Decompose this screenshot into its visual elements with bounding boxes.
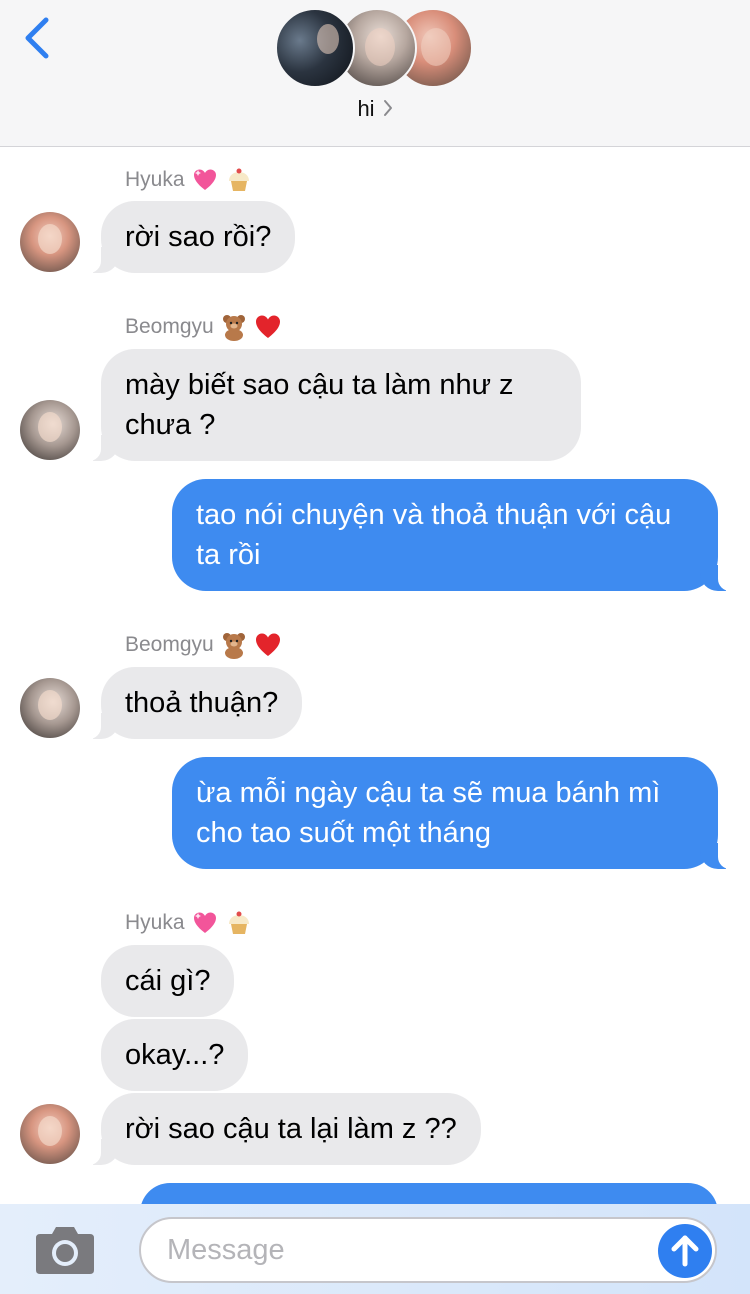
group-name: hi: [357, 96, 375, 121]
red-heart-icon: [255, 633, 280, 656]
message-text: ừa mỗi ngày cậu ta sẽ mua bánh mì cho ta…: [196, 777, 661, 849]
message-bubble-outgoing[interactable]: tao nói chuyện và thoả thuận với cậu ta …: [172, 479, 734, 591]
sender-name: Hyuka: [125, 911, 185, 934]
sender-label: Hyuka: [125, 909, 253, 937]
message-bubble-incoming[interactable]: rời sao rồi?: [84, 201, 296, 273]
group-name-button[interactable]: hi: [0, 96, 750, 122]
sender-name: Hyuka: [125, 168, 185, 191]
chat-screen: hi Hyuka rời sao rồi? Beomgyu mày biết s…: [0, 0, 750, 1294]
teddy-bear-icon: [222, 633, 245, 659]
cupcake-icon: [228, 168, 249, 191]
sender-name: Beomgyu: [125, 633, 214, 656]
arrow-up-icon: [671, 1235, 699, 1267]
group-avatar-1: [275, 8, 355, 88]
message-text: mày biết sao cậu ta làm như z chưa ?: [125, 369, 514, 441]
message-input[interactable]: [139, 1217, 717, 1283]
avatar[interactable]: [20, 212, 80, 272]
send-button[interactable]: [658, 1224, 712, 1278]
message-composer: [0, 1204, 750, 1294]
group-avatars[interactable]: [275, 8, 475, 90]
avatar[interactable]: [20, 678, 80, 738]
message-bubble-incoming[interactable]: okay...?: [101, 1019, 249, 1091]
message-text: cái gì?: [125, 965, 211, 997]
cupcake-icon: [228, 911, 249, 934]
message-text: tao nói chuyện và thoả thuận với cậu ta …: [196, 499, 672, 571]
avatar[interactable]: [20, 400, 80, 460]
sender-label: Beomgyu: [125, 631, 282, 659]
sender-label: Hyuka: [125, 166, 253, 194]
red-heart-icon: [255, 315, 280, 338]
message-bubble-outgoing[interactable]: ừa mỗi ngày cậu ta sẽ mua bánh mì cho ta…: [172, 757, 734, 869]
message-bubble-incoming[interactable]: rời sao cậu ta lại làm z ??: [85, 1093, 481, 1165]
message-text: rời sao rồi?: [125, 221, 272, 253]
chevron-right-icon: [383, 100, 392, 116]
message-bubble-incoming[interactable]: thoả thuận?: [84, 667, 303, 739]
back-button[interactable]: [22, 14, 62, 70]
message-bubble-incoming[interactable]: mày biết sao cậu ta làm như z chưa ?: [85, 349, 581, 461]
message-text: rời sao cậu ta lại làm z ??: [125, 1113, 457, 1145]
message-bubble-incoming[interactable]: cái gì?: [101, 945, 235, 1017]
message-text: okay...?: [125, 1039, 225, 1071]
sparkling-heart-icon: [193, 169, 216, 190]
avatar[interactable]: [20, 1104, 80, 1164]
message-text: thoả thuận?: [125, 687, 279, 719]
sender-label: Beomgyu: [125, 313, 282, 341]
chevron-left-icon: [25, 17, 49, 59]
sparkling-heart-icon: [193, 912, 216, 933]
camera-icon: [36, 1227, 94, 1274]
sender-name: Beomgyu: [125, 315, 214, 338]
camera-button[interactable]: [34, 1224, 96, 1276]
conversation-header: hi: [0, 0, 750, 147]
teddy-bear-icon: [222, 315, 245, 341]
